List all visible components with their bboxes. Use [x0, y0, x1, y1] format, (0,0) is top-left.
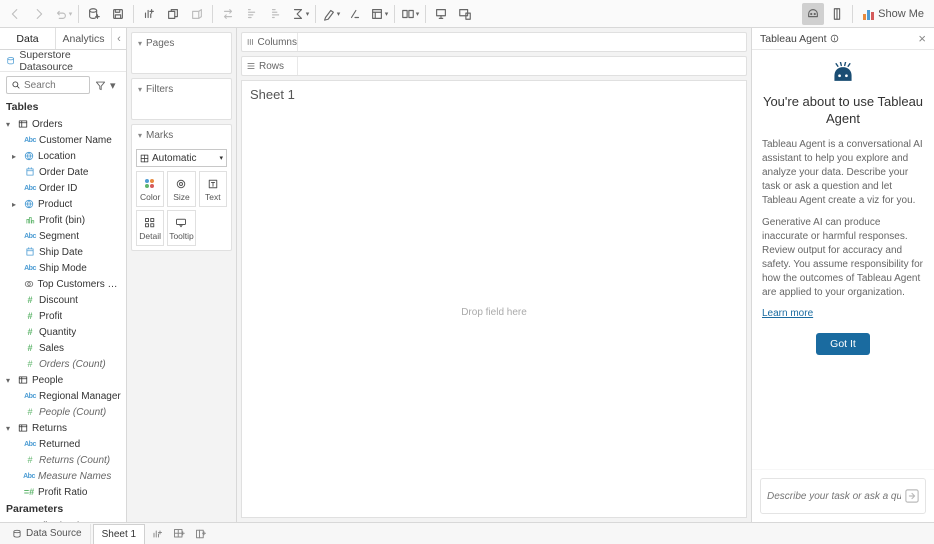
pages-label: Pages — [146, 38, 174, 49]
data-guide-button[interactable] — [826, 3, 848, 25]
field-item[interactable]: Ship Date — [0, 244, 126, 260]
close-agent-button[interactable]: × — [918, 31, 926, 46]
datasource-name: Superstore Datasource — [19, 49, 120, 73]
shelves-column: ▾Pages ▾Filters ▾Marks Automatic ▾ Color… — [127, 28, 237, 522]
field-item[interactable]: Top Customers by P... — [0, 276, 126, 292]
bottom-tabs: Data Source Sheet 1 — [0, 522, 934, 544]
tableau-agent-panel: Tableau Agent × You're about to use Tabl… — [751, 28, 934, 522]
field-item[interactable]: AbcOrder ID — [0, 180, 126, 196]
sheet-tab[interactable]: Sheet 1 — [93, 524, 145, 544]
field-item[interactable]: AbcSegment — [0, 228, 126, 244]
mark-detail-button[interactable]: Detail — [136, 210, 164, 246]
sort-desc-button[interactable] — [265, 3, 287, 25]
field-item[interactable]: AbcRegional Manager — [0, 388, 126, 404]
agent-prompt-input[interactable] — [760, 478, 926, 514]
learn-more-link[interactable]: Learn more — [762, 308, 813, 319]
field-item[interactable]: #People (Count) — [0, 404, 126, 420]
field-item[interactable]: #Discount — [0, 292, 126, 308]
agent-disclaimer-text: Generative AI can produce inaccurate or … — [762, 216, 924, 300]
clear-button[interactable] — [186, 3, 208, 25]
worksheet-menu-button[interactable]: ▾ — [368, 3, 390, 25]
group-button[interactable] — [344, 3, 366, 25]
field-item[interactable]: AbcMeasure Names — [0, 468, 126, 484]
tables-heading: Tables — [0, 98, 126, 116]
field-item[interactable]: #Orders (Count) — [0, 356, 126, 372]
pages-shelf[interactable]: ▾Pages — [131, 32, 232, 74]
forward-button[interactable] — [28, 3, 50, 25]
field-item[interactable]: =#Profit Ratio — [0, 484, 126, 500]
mark-text-button[interactable]: Text — [199, 171, 227, 207]
back-button[interactable] — [4, 3, 26, 25]
show-me-label: Show Me — [878, 8, 924, 20]
search-icon — [11, 80, 21, 90]
field-item[interactable]: AbcReturned — [0, 436, 126, 452]
agent-panel-title: Tableau Agent — [760, 33, 827, 45]
filters-label: Filters — [146, 84, 173, 95]
new-worksheet-button[interactable] — [138, 3, 160, 25]
filters-shelf[interactable]: ▾Filters — [131, 78, 232, 120]
info-icon[interactable] — [830, 34, 839, 43]
field-item[interactable]: AbcShip Mode — [0, 260, 126, 276]
send-icon[interactable] — [905, 489, 919, 503]
tab-data[interactable]: Data — [0, 28, 56, 49]
agent-intro-text: Tableau Agent is a conversational AI ass… — [762, 138, 924, 208]
new-sheet-button[interactable] — [147, 524, 167, 544]
view-options-button[interactable]: ▾ — [110, 79, 120, 92]
agent-prompt-field[interactable] — [767, 491, 901, 502]
new-dashboard-button[interactable] — [169, 524, 189, 544]
search-input[interactable] — [6, 76, 90, 94]
marks-card: ▾Marks Automatic ▾ Color Size Text Detai… — [131, 124, 232, 251]
tableau-agent-toggle[interactable] — [802, 3, 824, 25]
parameters-heading: Parameters — [0, 500, 126, 518]
mark-color-button[interactable]: Color — [136, 171, 164, 207]
totals-button[interactable]: ▾ — [289, 3, 311, 25]
new-story-button[interactable] — [191, 524, 211, 544]
field-item[interactable]: Profit (bin) — [0, 212, 126, 228]
agent-logo-icon — [829, 62, 857, 86]
marks-label: Marks — [146, 130, 173, 141]
viz-canvas[interactable]: Sheet 1 Drop field here — [241, 80, 747, 518]
got-it-button[interactable]: Got It — [816, 333, 870, 355]
field-item[interactable]: AbcCustomer Name — [0, 132, 126, 148]
filter-fields-button[interactable] — [93, 78, 107, 92]
columns-shelf[interactable]: Columns — [241, 32, 747, 52]
show-me-button[interactable]: Show Me — [857, 3, 930, 25]
data-pane: Data Analytics ‹ Superstore Datasource ▾… — [0, 28, 127, 522]
field-item[interactable]: ▾Orders — [0, 116, 126, 132]
top-toolbar: ▾ ▾ ▾ ▾ ▾ Show Me — [0, 0, 934, 28]
field-item[interactable]: Order Date — [0, 164, 126, 180]
field-tree: ▾OrdersAbcCustomer Name▸LocationOrder Da… — [0, 116, 126, 522]
presentation-button[interactable] — [430, 3, 452, 25]
field-item[interactable]: #Sales — [0, 340, 126, 356]
mark-tooltip-button[interactable]: Tooltip — [167, 210, 195, 246]
collapse-pane-button[interactable]: ‹ — [112, 28, 126, 49]
search-field[interactable] — [24, 80, 85, 91]
datasource-tab[interactable]: Data Source — [4, 524, 91, 544]
field-item[interactable]: #Quantity — [0, 324, 126, 340]
device-preview-button[interactable] — [454, 3, 476, 25]
new-datasource-button[interactable] — [83, 3, 105, 25]
fit-button[interactable]: ▾ — [399, 3, 421, 25]
field-item[interactable]: ▸Location — [0, 148, 126, 164]
duplicate-button[interactable] — [162, 3, 184, 25]
field-item[interactable]: ▸Product — [0, 196, 126, 212]
agent-heading: You're about to use Tableau Agent — [762, 94, 924, 128]
sheet-title[interactable]: Sheet 1 — [242, 81, 746, 108]
field-item[interactable]: #Returns (Count) — [0, 452, 126, 468]
canvas-area: Columns Rows Sheet 1 Drop field here — [237, 28, 751, 522]
mark-size-button[interactable]: Size — [167, 171, 195, 207]
swap-button[interactable] — [217, 3, 239, 25]
field-item[interactable]: ▾Returns — [0, 420, 126, 436]
tab-analytics[interactable]: Analytics — [56, 28, 112, 49]
save-button[interactable] — [107, 3, 129, 25]
field-item[interactable]: #Profit — [0, 308, 126, 324]
drop-field-hint: Drop field here — [242, 108, 746, 517]
mark-type-select[interactable]: Automatic ▾ — [136, 149, 227, 167]
sort-asc-button[interactable] — [241, 3, 263, 25]
rows-shelf[interactable]: Rows — [241, 56, 747, 76]
highlight-button[interactable]: ▾ — [320, 3, 342, 25]
undo-dropdown-button[interactable]: ▾ — [52, 3, 74, 25]
datasource-row[interactable]: Superstore Datasource — [0, 50, 126, 72]
field-item[interactable]: ▾People — [0, 372, 126, 388]
